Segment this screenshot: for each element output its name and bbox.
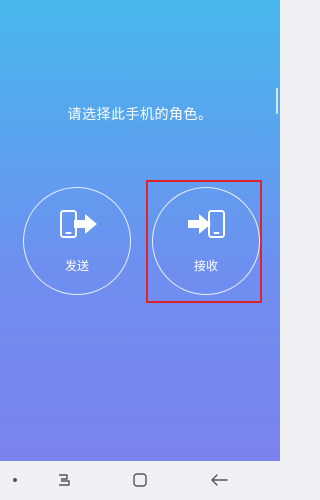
system-navigation-bar — [0, 461, 280, 500]
selection-highlight-box — [146, 180, 262, 303]
role-prompt: 请选择此手机的角色。 — [67, 107, 213, 123]
role-selection-screen: 请选择此手机的角色。 发送 接收 — [0, 0, 280, 461]
home-icon[interactable] — [132, 472, 148, 488]
send-role-button[interactable]: 发送 — [23, 187, 131, 295]
phone-send-icon — [60, 210, 97, 238]
send-role-label: 发送 — [64, 259, 89, 273]
back-icon[interactable] — [210, 473, 228, 487]
recents-icon[interactable] — [56, 473, 72, 487]
dot-icon[interactable] — [13, 478, 17, 482]
